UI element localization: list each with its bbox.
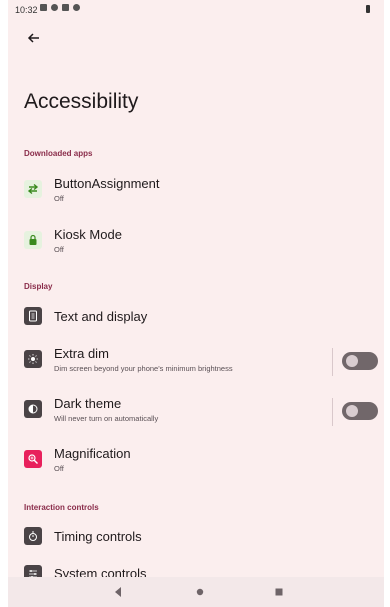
brightness-icon [24, 350, 42, 368]
text-display-icon [24, 307, 42, 325]
section-header-display: Display [24, 282, 53, 291]
button-assignment-title: ButtonAssignment [54, 176, 160, 191]
setting-item-magnification[interactable]: Magnification Off [8, 440, 384, 484]
toggle-divider [332, 398, 333, 426]
kiosk-mode-subtitle: Off [54, 245, 64, 254]
magnification-subtitle: Off [54, 464, 64, 473]
settings-gear-icon [73, 4, 80, 11]
page-title: Accessibility [24, 90, 139, 113]
dark-theme-subtitle: Will never turn on automatically [54, 414, 159, 423]
kiosk-mode-title: Kiosk Mode [54, 227, 122, 242]
extra-dim-subtitle: Dim screen beyond your phone's minimum b… [54, 364, 233, 373]
setting-item-text-and-display[interactable]: Text and display [8, 300, 384, 334]
section-header-downloaded-apps: Downloaded apps [24, 149, 93, 158]
setting-item-timing-controls[interactable]: Timing controls [8, 521, 384, 555]
setting-item-dark-theme[interactable]: Dark theme Will never turn on automatica… [8, 390, 384, 434]
dark-theme-toggle[interactable] [342, 402, 378, 420]
setting-item-kiosk-mode[interactable]: Kiosk Mode Off [8, 221, 384, 265]
status-bar: 10:32 [8, 0, 384, 22]
status-icons [40, 4, 80, 11]
lock-icon [24, 231, 42, 249]
text-and-display-title: Text and display [54, 309, 148, 324]
extra-dim-title: Extra dim [54, 346, 109, 361]
status-time: 10:32 [15, 5, 38, 15]
timer-hand-icon [24, 527, 42, 545]
back-arrow-icon [27, 33, 39, 43]
back-triangle-icon [115, 587, 121, 597]
wifi-icon [51, 4, 58, 11]
timing-controls-title: Timing controls [54, 529, 142, 544]
dark-theme-title: Dark theme [54, 396, 122, 411]
magnify-icon [24, 450, 42, 468]
cellular-icon [62, 4, 69, 11]
recents-square-icon [275, 588, 283, 596]
settings-screen: 10:32 Accessibility Downloaded apps Butt… [8, 0, 384, 607]
toggle-knob [346, 355, 358, 367]
home-circle-icon [196, 588, 204, 596]
recents-nav-button[interactable] [273, 585, 285, 604]
battery-icon [366, 5, 370, 13]
swap-arrows-icon [24, 180, 42, 198]
contrast-icon [24, 400, 42, 418]
back-nav-button[interactable] [112, 585, 124, 604]
notification-icon [40, 4, 47, 11]
setting-item-extra-dim[interactable]: Extra dim Dim screen beyond your phone's… [8, 340, 384, 384]
button-assignment-subtitle: Off [54, 194, 64, 203]
setting-item-button-assignment[interactable]: ButtonAssignment Off [8, 170, 384, 214]
toggle-knob [346, 405, 358, 417]
extra-dim-toggle[interactable] [342, 352, 378, 370]
back-button[interactable] [24, 28, 44, 48]
toggle-divider [332, 348, 333, 376]
home-nav-button[interactable] [194, 585, 206, 604]
section-header-interaction-controls: Interaction controls [24, 503, 99, 512]
navigation-bar [8, 577, 384, 607]
magnification-title: Magnification [54, 446, 131, 461]
